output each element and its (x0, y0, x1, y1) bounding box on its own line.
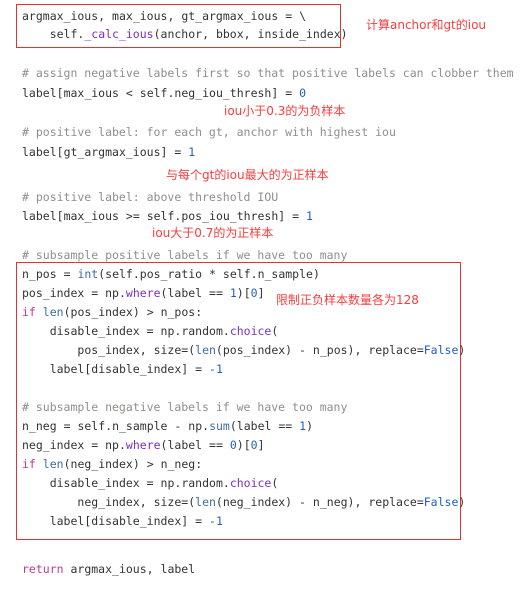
annotation-positive-sample: iou大于0.7的为正样本 (152, 226, 274, 240)
code-line: label[gt_argmax_ious] = 1 (22, 145, 196, 159)
code-line: # positive label: for each gt, anchor wi… (22, 125, 396, 139)
code-line: # assign negative labels first so that p… (22, 66, 514, 80)
code-line: label[max_ious < self.neg_iou_thresh] = … (22, 86, 307, 100)
code-line: n_pos = int(self.pos_ratio * self.n_samp… (22, 267, 320, 281)
code-line: neg_index = np.where(label == 0)[0] (22, 438, 265, 452)
annotation-sample-limit: 限制正负样本数量各为128 (276, 293, 419, 307)
code-line: # subsample negative labels if we have t… (22, 400, 348, 414)
code-line: self._calc_ious(anchor, bbox, inside_ind… (49, 27, 348, 41)
code-line: label[disable_index] = -1 (49, 514, 223, 528)
code-line: if len(neg_index) > n_neg: (22, 457, 203, 471)
code-line: if len(pos_index) > n_pos: (22, 305, 203, 319)
annotation-max-iou-positive: 与每个gt的iou最大的为正样本 (166, 168, 329, 182)
code-line: neg_index, size=(len(neg_index) - n_neg)… (77, 495, 466, 509)
code-line: # subsample positive labels if we have t… (22, 248, 348, 262)
code-line: disable_index = np.random.choice( (49, 324, 279, 338)
annotation-calc-iou: 计算anchor和gt的iou (366, 18, 487, 32)
code-line: argmax_ious, max_ious, gt_argmax_ious = … (22, 9, 306, 23)
code-line: label[max_ious >= self.pos_iou_thresh] =… (22, 209, 313, 223)
code-line: # positive label: above threshold IOU (22, 190, 279, 204)
annotation-negative-sample: iou小于0.3的为负样本 (224, 104, 346, 118)
code-line: pos_index = np.where(label == 1)[0] (22, 286, 265, 300)
code-line: disable_index = np.random.choice( (49, 476, 279, 490)
code-line: n_neg = self.n_sample - np.sum(label == … (22, 419, 314, 433)
code-line: return argmax_ious, label (22, 562, 196, 576)
code-line: label[disable_index] = -1 (49, 362, 223, 376)
code-line: pos_index, size=(len(pos_index) - n_pos)… (77, 343, 466, 357)
code-snippet-canvas: argmax_ious, max_ious, gt_argmax_ious = … (0, 0, 527, 589)
